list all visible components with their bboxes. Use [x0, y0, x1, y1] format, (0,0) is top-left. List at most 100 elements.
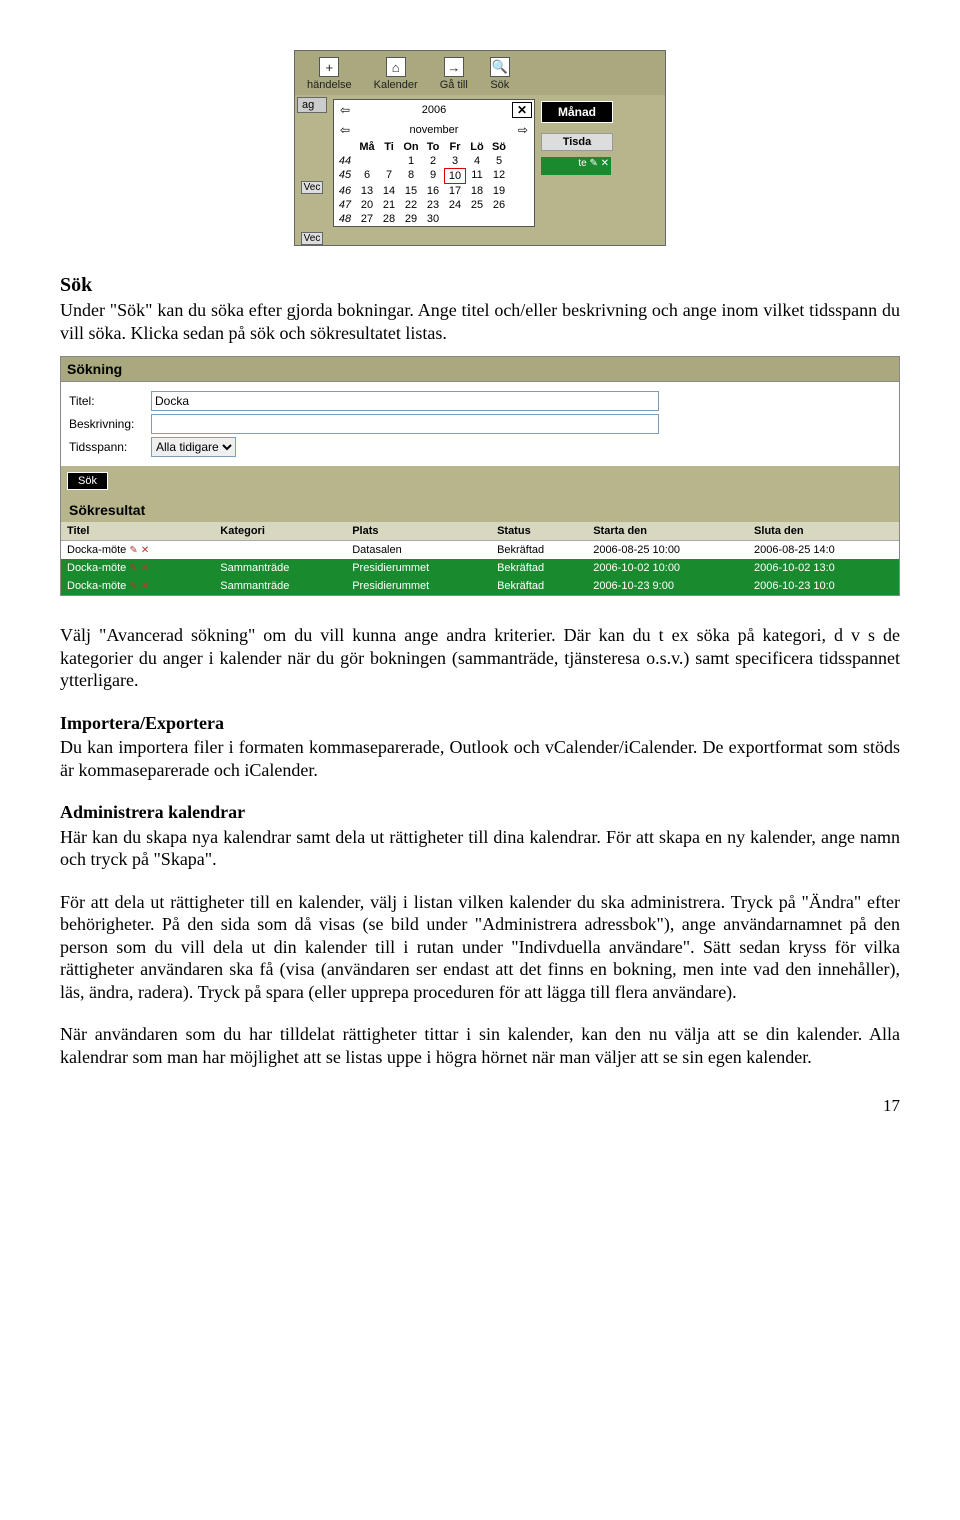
widget-toolbar: + händelse ⌂ Kalender → Gå till 🔍 Sök	[295, 51, 665, 95]
results-table: TitelKategoriPlatsStatusStarta denSluta …	[61, 522, 899, 595]
titel-label: Titel:	[69, 394, 151, 408]
toolbar-sok[interactable]: 🔍 Sök	[482, 57, 518, 91]
date-cell[interactable]: 6	[356, 168, 378, 184]
date-cell[interactable]: 19	[488, 184, 510, 198]
beskrivning-input[interactable]	[151, 414, 659, 434]
datepicker: ✕ ⇦ 2006 ⇨ ⇦ november ⇨ MåTiOnToFrLöSö44…	[333, 99, 535, 227]
date-cell[interactable]: 16	[422, 184, 444, 198]
plus-icon: +	[319, 57, 339, 77]
paragraph-import: Du kan importera filer i formaten kommas…	[60, 736, 900, 781]
month-name: november	[410, 124, 459, 136]
date-cell[interactable]	[466, 212, 488, 226]
date-grid: MåTiOnToFrLöSö44123454567891011124613141…	[334, 140, 534, 226]
vec-button-1[interactable]: Vec	[301, 181, 324, 194]
date-cell[interactable]: 11	[466, 168, 488, 184]
date-cell[interactable]: 7	[378, 168, 400, 184]
calendar-widget: + händelse ⌂ Kalender → Gå till 🔍 Sök	[294, 50, 666, 246]
year-label: 2006	[422, 104, 446, 116]
toolbar-label: händelse	[307, 79, 352, 91]
heading-import: Importera/Exportera	[60, 713, 224, 733]
column-header: Titel	[61, 522, 214, 541]
month-tab[interactable]: Månad	[541, 101, 613, 123]
sok-intro: Under "Sök" kan du söka efter gjorda bok…	[60, 299, 900, 344]
delete-icon[interactable]: ✕	[141, 581, 149, 592]
date-cell[interactable]: 24	[444, 198, 466, 212]
delete-icon[interactable]: ✕	[141, 545, 149, 556]
date-cell[interactable]: 18	[466, 184, 488, 198]
date-cell[interactable]: 9	[422, 168, 444, 184]
event-mark: te ✎ ✕	[578, 158, 609, 169]
close-icon[interactable]: ✕	[512, 102, 532, 118]
date-cell[interactable]: 26	[488, 198, 510, 212]
paragraph-admin3: När användaren som du har tilldelat rätt…	[60, 1023, 900, 1068]
date-cell[interactable]: 20	[356, 198, 378, 212]
date-cell[interactable]: 8	[400, 168, 422, 184]
date-cell[interactable]: 21	[378, 198, 400, 212]
date-cell[interactable]: 4	[466, 154, 488, 168]
home-icon: ⌂	[386, 57, 406, 77]
date-cell[interactable]: 30	[422, 212, 444, 226]
next-month-icon[interactable]: ⇨	[518, 123, 528, 137]
date-cell[interactable]: 1	[400, 154, 422, 168]
search-panel: Sökning Titel: Beskrivning: Tidsspann: A…	[60, 356, 900, 596]
date-cell[interactable]: 17	[444, 184, 466, 198]
column-header: Status	[491, 522, 587, 541]
prev-year-icon[interactable]: ⇦	[340, 103, 350, 117]
toolbar-gatill[interactable]: → Gå till	[432, 57, 476, 91]
column-header: Kategori	[214, 522, 346, 541]
date-cell[interactable]: 27	[356, 212, 378, 226]
date-cell[interactable]: 15	[400, 184, 422, 198]
date-cell[interactable]: 5	[488, 154, 510, 168]
search-icon: 🔍	[490, 57, 510, 77]
column-header: Sluta den	[748, 522, 899, 541]
date-cell[interactable]: 14	[378, 184, 400, 198]
table-row[interactable]: Docka-möte ✎ ✕SammanträdePresidierummetB…	[61, 577, 899, 595]
table-row[interactable]: Docka-möte ✎ ✕DatasalenBekräftad2006-08-…	[61, 541, 899, 560]
tidsspann-select[interactable]: Alla tidigare	[151, 437, 236, 457]
results-heading: Sökresultat	[61, 496, 899, 522]
date-cell[interactable]: 23	[422, 198, 444, 212]
beskrivning-label: Beskrivning:	[69, 417, 151, 431]
toolbar-label: Kalender	[374, 79, 418, 91]
event-bar[interactable]: te ✎ ✕	[541, 157, 611, 175]
vec-button-2[interactable]: Vec	[301, 232, 324, 245]
date-cell[interactable]	[488, 212, 510, 226]
paragraph-admin1: Här kan du skapa nya kalendrar samt dela…	[60, 826, 900, 871]
sok-heading: Sök	[60, 274, 900, 297]
ag-tab[interactable]: ag	[297, 97, 327, 113]
edit-icon[interactable]: ✎	[129, 545, 137, 556]
prev-month-icon[interactable]: ⇦	[340, 123, 350, 137]
date-cell[interactable]: 12	[488, 168, 510, 184]
date-cell[interactable]: 10	[444, 168, 466, 184]
column-header: Plats	[346, 522, 491, 541]
table-row[interactable]: Docka-möte ✎ ✕SammanträdePresidierummetB…	[61, 559, 899, 577]
date-cell[interactable]	[444, 212, 466, 226]
date-cell[interactable]: 25	[466, 198, 488, 212]
paragraph-advanced: Välj "Avancerad sökning" om du vill kunn…	[60, 624, 900, 692]
date-cell[interactable]: 28	[378, 212, 400, 226]
toolbar-label: Sök	[490, 79, 509, 91]
date-cell[interactable]: 13	[356, 184, 378, 198]
titel-input[interactable]	[151, 391, 659, 411]
sok-button[interactable]: Sök	[67, 472, 108, 490]
date-cell[interactable]: 29	[400, 212, 422, 226]
date-cell[interactable]: 3	[444, 154, 466, 168]
date-cell[interactable]: 22	[400, 198, 422, 212]
heading-admin: Administrera kalendrar	[60, 802, 245, 822]
paragraph-admin2: För att dela ut rättigheter till en kale…	[60, 891, 900, 1004]
tidsspann-label: Tidsspann:	[69, 440, 151, 454]
page-number: 17	[60, 1096, 900, 1116]
delete-icon[interactable]: ✕	[141, 563, 149, 574]
goto-icon: →	[444, 57, 464, 77]
edit-icon[interactable]: ✎	[129, 581, 137, 592]
date-cell[interactable]: 2	[422, 154, 444, 168]
date-cell[interactable]	[356, 154, 378, 168]
edit-icon[interactable]: ✎	[129, 563, 137, 574]
weekday-header: Tisda	[541, 133, 613, 151]
search-panel-title: Sökning	[61, 357, 899, 382]
date-cell[interactable]	[378, 154, 400, 168]
toolbar-label: Gå till	[440, 79, 468, 91]
toolbar-handelse[interactable]: + händelse	[299, 57, 360, 91]
column-header: Starta den	[587, 522, 748, 541]
toolbar-kalender[interactable]: ⌂ Kalender	[366, 57, 426, 91]
